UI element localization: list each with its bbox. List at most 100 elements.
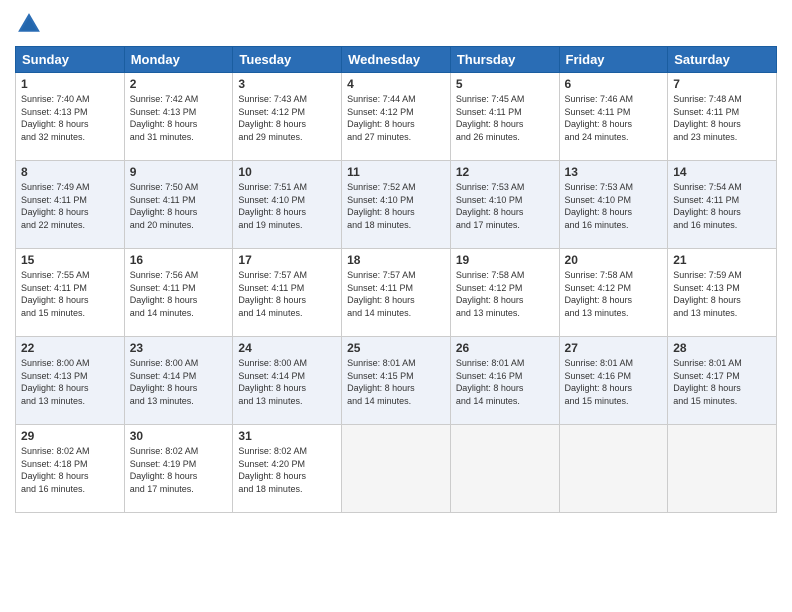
weekday-header: Wednesday	[342, 47, 451, 73]
calendar-cell: 2 Sunrise: 7:42 AMSunset: 4:13 PMDaylight…	[124, 73, 233, 161]
calendar: SundayMondayTuesdayWednesdayThursdayFrid…	[15, 46, 777, 513]
logo	[15, 10, 47, 38]
calendar-cell: 12 Sunrise: 7:53 AMSunset: 4:10 PMDayligh…	[450, 161, 559, 249]
calendar-cell: 10Sunrise: 7:51 AMSunset: 4:10 PMDayligh…	[233, 161, 342, 249]
day-number: 11	[347, 165, 445, 179]
cell-details: Sunrise: 7:54 AMSunset: 4:11 PMDaylight:…	[673, 181, 771, 231]
day-number: 22	[21, 341, 119, 355]
weekday-header: Friday	[559, 47, 668, 73]
day-number: 15	[21, 253, 119, 267]
calendar-cell	[342, 425, 451, 513]
cell-details: Sunrise: 8:02 AMSunset: 4:20 PMDaylight:…	[238, 445, 336, 495]
calendar-cell: 30 Sunrise: 8:02 AMSunset: 4:19 PMDayligh…	[124, 425, 233, 513]
cell-details: Sunrise: 7:53 AMSunset: 4:10 PMDaylight:…	[456, 181, 554, 231]
weekday-header: Thursday	[450, 47, 559, 73]
cell-details: Sunrise: 8:01 AMSunset: 4:16 PMDaylight:…	[565, 357, 663, 407]
calendar-cell	[559, 425, 668, 513]
day-number: 14	[673, 165, 771, 179]
day-number: 1	[21, 77, 119, 91]
calendar-cell: 17Sunrise: 7:57 AMSunset: 4:11 PMDayligh…	[233, 249, 342, 337]
calendar-cell: 21 Sunrise: 7:59 AMSunset: 4:13 PMDayligh…	[668, 249, 777, 337]
logo-icon	[15, 10, 43, 38]
calendar-cell: 7 Sunrise: 7:48 AMSunset: 4:11 PMDaylight…	[668, 73, 777, 161]
weekday-header: Saturday	[668, 47, 777, 73]
cell-details: Sunrise: 8:01 AMSunset: 4:16 PMDaylight:…	[456, 357, 554, 407]
cell-details: Sunrise: 7:59 AMSunset: 4:13 PMDaylight:…	[673, 269, 771, 319]
calendar-cell: 11 Sunrise: 7:52 AMSunset: 4:10 PMDayligh…	[342, 161, 451, 249]
calendar-cell: 3 Sunrise: 7:43 AMSunset: 4:12 PMDaylight…	[233, 73, 342, 161]
calendar-cell: 15Sunrise: 7:55 AMSunset: 4:11 PMDayligh…	[16, 249, 125, 337]
cell-details: Sunrise: 7:46 AMSunset: 4:11 PMDaylight:…	[565, 93, 663, 143]
calendar-cell: 23 Sunrise: 8:00 AMSunset: 4:14 PMDayligh…	[124, 337, 233, 425]
calendar-cell: 13 Sunrise: 7:53 AMSunset: 4:10 PMDayligh…	[559, 161, 668, 249]
cell-details: Sunrise: 8:00 AMSunset: 4:14 PMDaylight:…	[238, 357, 336, 407]
calendar-cell: 8Sunrise: 7:49 AMSunset: 4:11 PMDaylight…	[16, 161, 125, 249]
day-number: 28	[673, 341, 771, 355]
day-number: 20	[565, 253, 663, 267]
cell-details: Sunrise: 7:58 AMSunset: 4:12 PMDaylight:…	[456, 269, 554, 319]
day-number: 31	[238, 429, 336, 443]
day-number: 18	[347, 253, 445, 267]
cell-details: Sunrise: 7:42 AMSunset: 4:13 PMDaylight:…	[130, 93, 228, 143]
calendar-cell: 1 Sunrise: 7:40 AMSunset: 4:13 PMDaylight…	[16, 73, 125, 161]
header	[15, 10, 777, 38]
day-number: 16	[130, 253, 228, 267]
day-number: 23	[130, 341, 228, 355]
calendar-cell: 29 Sunrise: 8:02 AMSunset: 4:18 PMDayligh…	[16, 425, 125, 513]
day-number: 27	[565, 341, 663, 355]
cell-details: Sunrise: 7:57 AMSunset: 4:11 PMDaylight:…	[347, 269, 445, 319]
calendar-cell	[450, 425, 559, 513]
day-number: 8	[21, 165, 119, 179]
calendar-cell: 16 Sunrise: 7:56 AMSunset: 4:11 PMDayligh…	[124, 249, 233, 337]
cell-details: Sunrise: 7:44 AMSunset: 4:12 PMDaylight:…	[347, 93, 445, 143]
day-number: 26	[456, 341, 554, 355]
calendar-cell: 5 Sunrise: 7:45 AMSunset: 4:11 PMDaylight…	[450, 73, 559, 161]
cell-details: Sunrise: 7:45 AMSunset: 4:11 PMDaylight:…	[456, 93, 554, 143]
day-number: 17	[238, 253, 336, 267]
day-number: 4	[347, 77, 445, 91]
day-number: 24	[238, 341, 336, 355]
weekday-header: Sunday	[16, 47, 125, 73]
cell-details: Sunrise: 7:48 AMSunset: 4:11 PMDaylight:…	[673, 93, 771, 143]
calendar-cell: 31 Sunrise: 8:02 AMSunset: 4:20 PMDayligh…	[233, 425, 342, 513]
cell-details: Sunrise: 8:01 AMSunset: 4:15 PMDaylight:…	[347, 357, 445, 407]
day-number: 7	[673, 77, 771, 91]
day-number: 25	[347, 341, 445, 355]
cell-details: Sunrise: 7:50 AMSunset: 4:11 PMDaylight:…	[130, 181, 228, 231]
cell-details: Sunrise: 7:53 AMSunset: 4:10 PMDaylight:…	[565, 181, 663, 231]
cell-details: Sunrise: 8:02 AMSunset: 4:18 PMDaylight:…	[21, 445, 119, 495]
cell-details: Sunrise: 7:56 AMSunset: 4:11 PMDaylight:…	[130, 269, 228, 319]
day-number: 9	[130, 165, 228, 179]
cell-details: Sunrise: 7:40 AMSunset: 4:13 PMDaylight:…	[21, 93, 119, 143]
weekday-header: Tuesday	[233, 47, 342, 73]
calendar-cell: 4 Sunrise: 7:44 AMSunset: 4:12 PMDaylight…	[342, 73, 451, 161]
day-number: 2	[130, 77, 228, 91]
cell-details: Sunrise: 7:51 AMSunset: 4:10 PMDaylight:…	[238, 181, 336, 231]
calendar-cell: 9 Sunrise: 7:50 AMSunset: 4:11 PMDaylight…	[124, 161, 233, 249]
cell-details: Sunrise: 8:00 AMSunset: 4:14 PMDaylight:…	[130, 357, 228, 407]
cell-details: Sunrise: 7:52 AMSunset: 4:10 PMDaylight:…	[347, 181, 445, 231]
cell-details: Sunrise: 7:58 AMSunset: 4:12 PMDaylight:…	[565, 269, 663, 319]
cell-details: Sunrise: 8:00 AMSunset: 4:13 PMDaylight:…	[21, 357, 119, 407]
day-number: 6	[565, 77, 663, 91]
calendar-cell: 22 Sunrise: 8:00 AMSunset: 4:13 PMDayligh…	[16, 337, 125, 425]
day-number: 3	[238, 77, 336, 91]
calendar-cell: 25 Sunrise: 8:01 AMSunset: 4:15 PMDayligh…	[342, 337, 451, 425]
cell-details: Sunrise: 8:01 AMSunset: 4:17 PMDaylight:…	[673, 357, 771, 407]
day-number: 21	[673, 253, 771, 267]
day-number: 30	[130, 429, 228, 443]
calendar-cell: 24 Sunrise: 8:00 AMSunset: 4:14 PMDayligh…	[233, 337, 342, 425]
page: SundayMondayTuesdayWednesdayThursdayFrid…	[0, 0, 792, 612]
calendar-cell	[668, 425, 777, 513]
cell-details: Sunrise: 8:02 AMSunset: 4:19 PMDaylight:…	[130, 445, 228, 495]
calendar-cell: 18 Sunrise: 7:57 AMSunset: 4:11 PMDayligh…	[342, 249, 451, 337]
calendar-cell: 14 Sunrise: 7:54 AMSunset: 4:11 PMDayligh…	[668, 161, 777, 249]
day-number: 12	[456, 165, 554, 179]
day-number: 19	[456, 253, 554, 267]
weekday-header: Monday	[124, 47, 233, 73]
day-number: 13	[565, 165, 663, 179]
day-number: 29	[21, 429, 119, 443]
calendar-cell: 26 Sunrise: 8:01 AMSunset: 4:16 PMDayligh…	[450, 337, 559, 425]
cell-details: Sunrise: 7:43 AMSunset: 4:12 PMDaylight:…	[238, 93, 336, 143]
day-number: 5	[456, 77, 554, 91]
